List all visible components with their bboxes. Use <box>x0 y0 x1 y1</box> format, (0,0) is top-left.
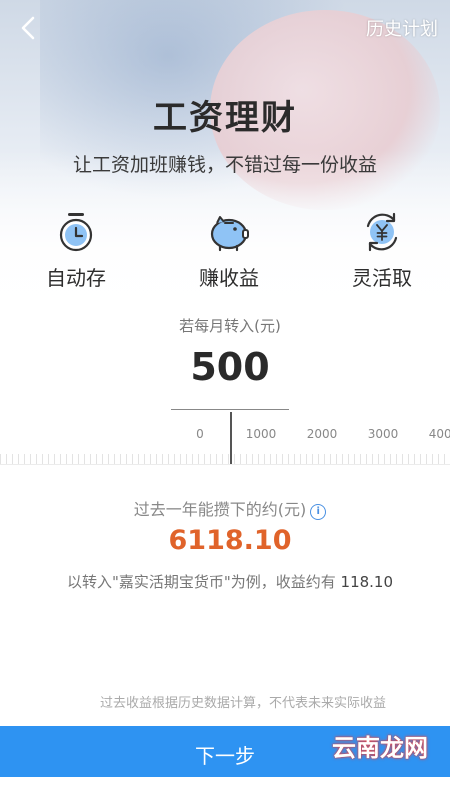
page-title: 工资理财 <box>153 98 297 138</box>
info-icon[interactable]: i <box>310 504 327 520</box>
feature-auto-save: 自动存 <box>16 210 136 291</box>
yuan-exchange-icon <box>366 212 398 252</box>
chevron-left-icon <box>21 16 35 40</box>
feature-withdraw: 灵活取 <box>322 210 442 291</box>
piggy-bank-icon <box>210 216 249 252</box>
back-button[interactable] <box>14 12 44 44</box>
feature-label: 赚收益 <box>199 266 259 290</box>
clock-icon <box>59 213 93 252</box>
ruler-tick-label: 1000 <box>245 427 277 441</box>
deposit-amount-input[interactable]: 500 <box>170 345 290 389</box>
feature-label: 自动存 <box>46 266 106 290</box>
ruler-tick-label: 3000 <box>367 427 399 441</box>
watermark-logo: 云南龙网 <box>332 734 428 762</box>
example-text: 以转入"嘉实活期宝货币"为例，收益约有 118.10 <box>66 573 394 591</box>
deposit-label: 若每月转入(元) <box>179 317 281 335</box>
history-plan-link[interactable]: 历史计划 <box>366 15 438 41</box>
result-label: 过去一年能攒下的约(元) i <box>0 496 450 520</box>
ruler-tick-label: 2000 <box>306 427 338 441</box>
ruler-tick-label: 0 <box>196 427 204 441</box>
result-value: 6118.10 <box>168 525 292 556</box>
feature-label: 灵活取 <box>352 266 412 290</box>
example-value: 118.10 <box>340 573 394 591</box>
disclaimer-text: 过去收益根据历史数据计算，不代表未来实际收益 <box>99 696 386 711</box>
ruler-indicator <box>230 412 232 464</box>
amount-ruler-slider[interactable]: 0 1000 2000 3000 4000 <box>0 410 450 465</box>
ruler-tick-label: 4000 <box>428 427 450 441</box>
page-subtitle: 让工资加班赚钱，不错过每一份收益 <box>72 154 377 176</box>
ruler-ticks <box>0 454 450 464</box>
feature-earn: 赚收益 <box>169 210 289 291</box>
